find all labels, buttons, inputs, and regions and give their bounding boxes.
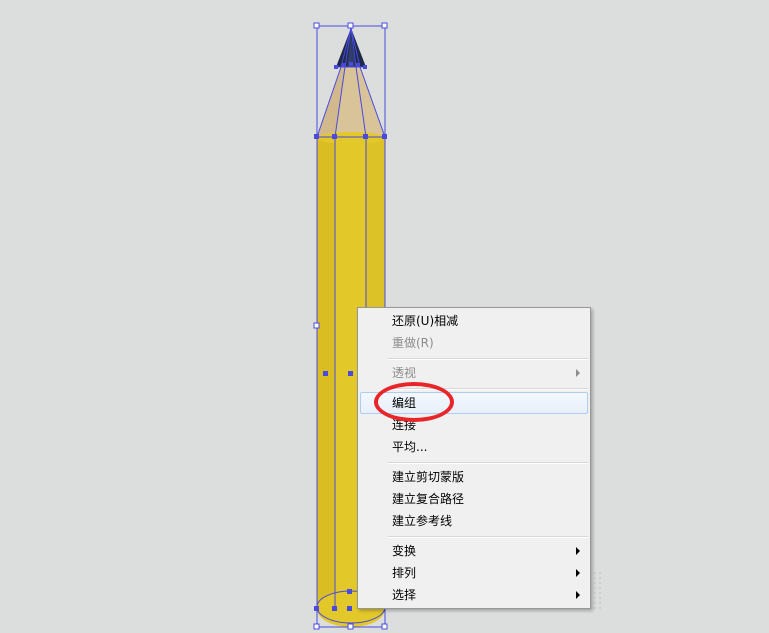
artboard-canvas[interactable]: 还原(U)相减 重做(R) 透视 编组 连接 平均... 建立剪切蒙版 建立复合… (0, 0, 769, 633)
submenu-arrow-icon (576, 569, 580, 577)
menu-item-select[interactable]: 选择 (360, 584, 588, 606)
pencil-shoulder-curve (317, 132, 385, 144)
menu-item-label: 还原(U)相减 (392, 314, 459, 328)
canvas-dotted-marks (594, 572, 601, 612)
menu-item-undo-subtract[interactable]: 还原(U)相减 (360, 310, 588, 332)
menu-separator (388, 388, 588, 390)
anchor-point[interactable] (314, 606, 319, 611)
anchor-point[interactable] (382, 134, 387, 139)
handle-bottom-center[interactable] (347, 623, 354, 630)
anchor-point[interactable] (349, 62, 353, 66)
handle-top-left[interactable] (313, 22, 320, 29)
handle-bottom-left[interactable] (313, 623, 320, 630)
submenu-arrow-icon (576, 547, 580, 555)
anchor-point[interactable] (363, 65, 367, 69)
anchor-point[interactable] (332, 134, 337, 139)
menu-item-transform[interactable]: 变换 (360, 540, 588, 562)
menu-item-label: 平均... (392, 440, 428, 454)
menu-item-label: 排列 (392, 566, 417, 580)
anchor-point[interactable] (347, 589, 352, 594)
anchor-point[interactable] (334, 65, 338, 69)
menu-item-make-clipping-mask[interactable]: 建立剪切蒙版 (360, 466, 588, 488)
menu-separator (388, 358, 588, 360)
menu-item-arrange[interactable]: 排列 (360, 562, 588, 584)
handle-top-right[interactable] (381, 22, 388, 29)
anchor-point[interactable] (314, 134, 319, 139)
context-menu[interactable]: 还原(U)相减 重做(R) 透视 编组 连接 平均... 建立剪切蒙版 建立复合… (357, 307, 591, 609)
menu-item-perspective[interactable]: 透视 (360, 362, 588, 384)
anchor-point[interactable] (342, 63, 346, 67)
submenu-arrow-icon (576, 591, 580, 599)
menu-item-make-guides[interactable]: 建立参考线 (360, 510, 588, 532)
menu-item-label: 编组 (392, 396, 417, 410)
menu-item-label: 建立复合路径 (392, 492, 465, 506)
handle-bottom-right[interactable] (381, 623, 388, 630)
menu-item-group[interactable]: 编组 (360, 392, 588, 414)
menu-separator (388, 536, 588, 538)
handle-top-center[interactable] (347, 22, 354, 29)
anchor-point[interactable] (356, 63, 360, 67)
anchor-point[interactable] (332, 606, 337, 611)
anchor-point[interactable] (323, 371, 328, 376)
menu-item-make-compound-path[interactable]: 建立复合路径 (360, 488, 588, 510)
menu-item-label: 重做(R) (392, 336, 434, 350)
submenu-arrow-icon (576, 369, 580, 377)
menu-item-label: 透视 (392, 366, 417, 380)
anchor-point[interactable] (347, 606, 352, 611)
menu-item-label: 建立剪切蒙版 (392, 470, 465, 484)
handle-middle-left[interactable] (313, 322, 320, 329)
anchor-point[interactable] (363, 134, 368, 139)
anchor-point[interactable] (348, 371, 353, 376)
menu-separator (388, 462, 588, 464)
menu-item-label: 建立参考线 (392, 514, 453, 528)
menu-item-label: 变换 (392, 544, 417, 558)
menu-item-label: 连接 (392, 418, 417, 432)
menu-item-label: 选择 (392, 588, 417, 602)
menu-item-average[interactable]: 平均... (360, 436, 588, 458)
menu-item-join[interactable]: 连接 (360, 414, 588, 436)
menu-item-redo[interactable]: 重做(R) (360, 332, 588, 354)
